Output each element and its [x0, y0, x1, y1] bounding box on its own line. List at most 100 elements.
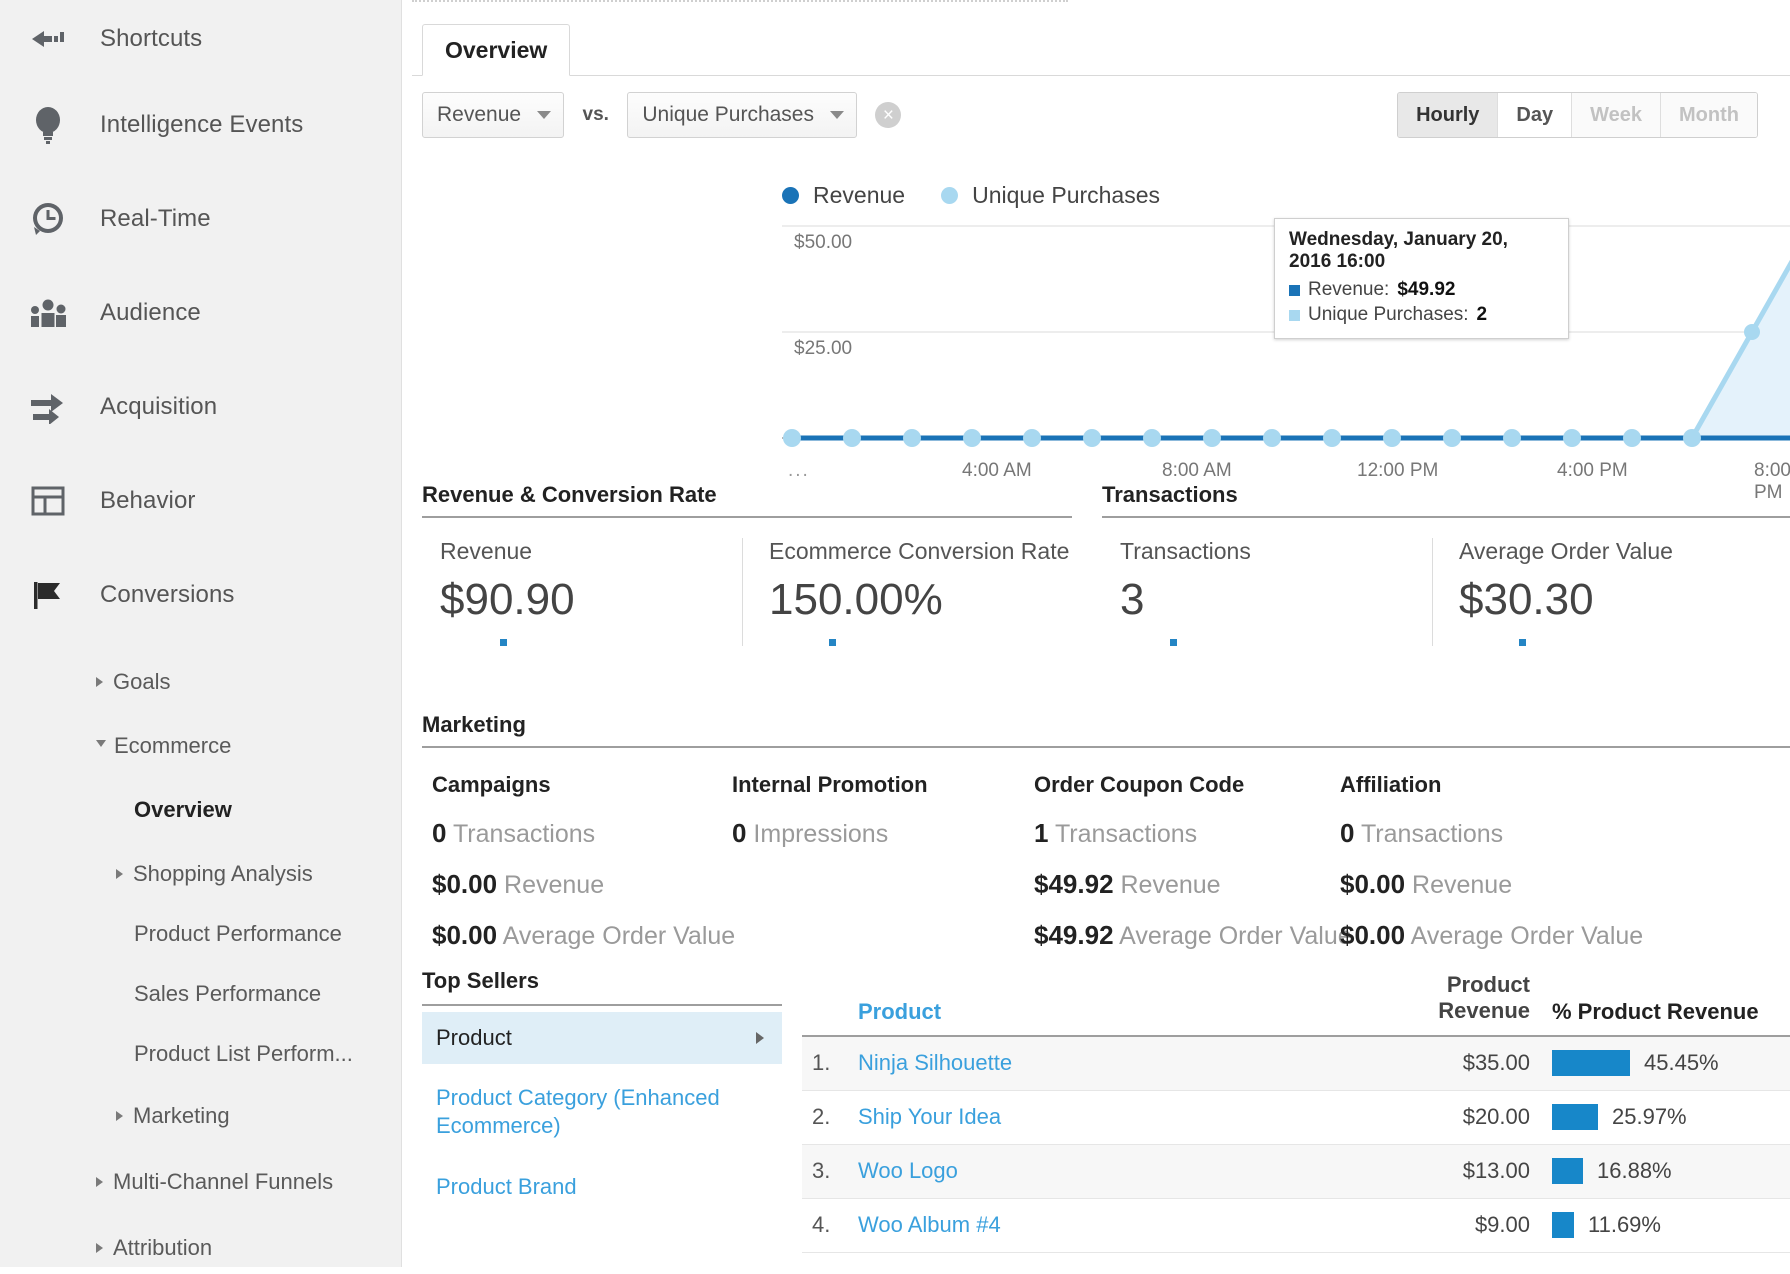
chevron-down-icon	[96, 740, 106, 752]
marketing-column-title: Order Coupon Code	[1034, 772, 1354, 798]
row-pct-value: 45.45%	[1644, 1050, 1719, 1076]
metric-value: $30.30	[1459, 575, 1772, 625]
marketing-value: $49.92	[1034, 920, 1114, 950]
granularity-week-button: Week	[1572, 93, 1661, 137]
marketing-label: Transactions	[1055, 820, 1197, 848]
marketing-line: $0.00 Revenue	[432, 869, 732, 900]
chevron-right-icon	[96, 677, 103, 687]
option-label: Product Brand	[436, 1173, 577, 1201]
marketing-label: Revenue	[1120, 871, 1220, 899]
sidebar-item-real-time[interactable]: Real-Time	[0, 172, 401, 266]
chevron-right-icon	[756, 1032, 764, 1044]
sidebar-item-sales-performance[interactable]: Sales Performance	[0, 968, 401, 1020]
primary-metric-value: Revenue	[437, 103, 521, 127]
marketing-value: 0	[732, 818, 746, 848]
marketing-section-title: Marketing	[422, 712, 1790, 748]
row-product-link[interactable]: Ninja Silhouette	[858, 1050, 1362, 1076]
vs-label: vs.	[583, 104, 609, 126]
sidebar-item-attribution[interactable]: Attribution	[0, 1222, 401, 1274]
marketing-value: $0.00	[432, 920, 497, 950]
sidebar-item-product-list-performance[interactable]: Product List Perform...	[0, 1028, 401, 1080]
row-product-link[interactable]: Woo Logo	[858, 1158, 1362, 1184]
clear-comparison-icon[interactable]: ×	[875, 102, 901, 128]
row-pct-cell: 16.88%	[1552, 1158, 1790, 1184]
sidebar-item-acquisition[interactable]: Acquisition	[0, 360, 401, 454]
sidebar-sub-label: Product Performance	[134, 921, 342, 947]
marketing-label: Average Order Value	[503, 922, 736, 950]
legend-item-revenue: Revenue	[782, 182, 905, 209]
sidebar-item-multi-channel-funnels[interactable]: Multi-Channel Funnels	[0, 1156, 401, 1208]
marketing-column-campaigns: Campaigns 0 Transactions $0.00 Revenue $…	[432, 772, 732, 951]
top-sellers-option-product[interactable]: Product	[422, 1012, 782, 1064]
arrows-icon	[22, 390, 74, 424]
marketing-label: Average Order Value	[1119, 922, 1352, 950]
sidebar-item-ecommerce[interactable]: Ecommerce	[0, 720, 401, 772]
clock-icon	[22, 201, 74, 237]
metric-label: Average Order Value	[1459, 538, 1772, 565]
row-pct-value: 16.88%	[1597, 1158, 1672, 1184]
table-row[interactable]: 4. Woo Album #4 $9.00 11.69%	[802, 1199, 1790, 1253]
top-sellers-option-product-category[interactable]: Product Category (Enhanced Ecommerce)	[422, 1064, 782, 1139]
sidebar-sub-label: Goals	[113, 669, 170, 695]
sidebar-item-label: Intelligence Events	[100, 111, 303, 139]
metric-average-order-value: Average Order Value $30.30	[1432, 538, 1772, 646]
row-product-link[interactable]: Ship Your Idea	[858, 1104, 1362, 1130]
column-header-product-revenue: Product Revenue	[1362, 972, 1552, 1025]
y-axis-label-50: $50.00	[794, 232, 852, 254]
metric-value: 150.00%	[769, 575, 1072, 625]
legend-dot-revenue	[782, 187, 799, 204]
people-icon	[22, 298, 74, 328]
metric-control-row: Revenue vs. Unique Purchases × Hourly Da…	[422, 92, 1770, 148]
marketing-label: Transactions	[453, 820, 595, 848]
granularity-hourly-button[interactable]: Hourly	[1398, 93, 1498, 137]
table-row[interactable]: 1. Ninja Silhouette $35.00 45.45%	[802, 1037, 1790, 1091]
table-row[interactable]: 2. Ship Your Idea $20.00 25.97%	[802, 1091, 1790, 1145]
sidebar-item-goals[interactable]: Goals	[0, 656, 401, 708]
sidebar-item-behavior[interactable]: Behavior	[0, 454, 401, 548]
chevron-down-icon	[537, 111, 551, 119]
primary-metric-select[interactable]: Revenue	[422, 92, 564, 138]
marketing-label: Impressions	[753, 820, 888, 848]
marketing-label: Revenue	[1412, 871, 1512, 899]
chevron-right-icon	[96, 1243, 103, 1253]
tooltip-row-unique-purchases: Unique Purchases: 2	[1289, 304, 1554, 326]
row-product-link[interactable]: Woo Album #4	[858, 1212, 1362, 1238]
sidebar-item-product-performance[interactable]: Product Performance	[0, 908, 401, 960]
granularity-day-button[interactable]: Day	[1498, 93, 1572, 137]
sidebar-sub-label: Ecommerce	[114, 733, 231, 759]
top-sellers-option-product-brand[interactable]: Product Brand	[422, 1139, 782, 1201]
sidebar-item-label: Acquisition	[100, 393, 217, 421]
row-product-revenue: $20.00	[1362, 1104, 1552, 1130]
marketing-line: $0.00 Revenue	[1340, 869, 1670, 900]
x-axis-label-1: 8:00 AM	[1162, 460, 1232, 482]
row-index: 1.	[802, 1050, 858, 1076]
metric-label: Ecommerce Conversion Rate	[769, 538, 1072, 565]
marketing-label: Transactions	[1361, 820, 1503, 848]
granularity-month-button: Month	[1661, 93, 1757, 137]
metric-label: Revenue	[440, 538, 742, 565]
option-label: Product	[436, 1025, 512, 1051]
sidebar-item-overview[interactable]: Overview	[0, 784, 401, 836]
sidebar-item-shortcuts[interactable]: Shortcuts	[0, 0, 401, 78]
metric-value: $90.90	[440, 575, 742, 625]
table-row[interactable]: 3. Woo Logo $13.00 16.88%	[802, 1145, 1790, 1199]
marketing-column-title: Internal Promotion	[732, 772, 1032, 798]
pct-bar	[1552, 1158, 1583, 1184]
sidebar-item-conversions[interactable]: Conversions	[0, 548, 401, 642]
secondary-metric-value: Unique Purchases	[642, 103, 814, 127]
marketing-column-affiliation: Affiliation 0 Transactions $0.00 Revenue…	[1340, 772, 1670, 951]
analytics-app: Shortcuts Intelligence Events Real-Time …	[0, 0, 1790, 1267]
flag-icon	[22, 579, 74, 611]
column-header-pct-product-revenue: % Product Revenue	[1552, 999, 1790, 1025]
secondary-metric-select[interactable]: Unique Purchases	[627, 92, 857, 138]
sidebar-sub-label: Attribution	[113, 1235, 212, 1261]
sidebar-item-audience[interactable]: Audience	[0, 266, 401, 360]
tab-overview[interactable]: Overview	[422, 24, 570, 76]
sidebar-item-marketing[interactable]: Marketing	[0, 1090, 401, 1142]
x-axis-label-2: 12:00 PM	[1357, 460, 1438, 482]
transactions-metrics: Transactions 3 Average Order Value $30.3…	[1102, 538, 1790, 646]
sidebar-item-intelligence-events[interactable]: Intelligence Events	[0, 78, 401, 172]
tooltip-value: 2	[1477, 304, 1488, 326]
sparkline-marker	[1170, 639, 1177, 646]
sidebar-item-shopping-analysis[interactable]: Shopping Analysis	[0, 848, 401, 900]
